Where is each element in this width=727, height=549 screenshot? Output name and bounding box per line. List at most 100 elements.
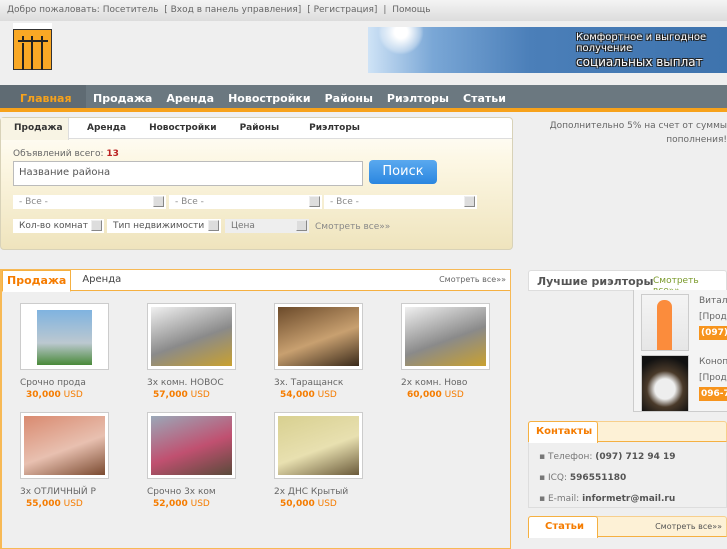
dropdown-arrow-icon [296,220,307,231]
realtor-phone: 096-7 [699,387,727,401]
price-currency: USD [190,390,210,400]
site-logo[interactable] [13,23,52,70]
register-link[interactable]: [ Регистрация] [307,5,377,15]
top-bar: Добро пожаловать: Посетитель [ Вход в па… [0,0,727,21]
listing-title[interactable]: Срочно 3х ком [147,487,257,497]
realtor-phone: (097)3 [699,326,727,340]
contact-label: E-mail: [547,494,580,504]
listing-photo[interactable] [20,303,109,370]
listing-photo[interactable] [274,412,363,479]
select-value: - Все - [175,197,204,207]
main-nav: Главная Продажа Аренда Новостройки Район… [0,85,727,112]
nav-new-buildings[interactable]: Новостройки [221,85,318,108]
select-value: Тип недвижимости [113,221,205,231]
listing-card[interactable]: 3х ОТЛИЧНЫЙ Р 55,000 USD [20,412,130,509]
promo-line: Дополнительно 5% на счет от суммы [549,121,727,131]
listing-card[interactable]: 2х ДНС Крытый 50,000 USD [274,412,384,509]
property-type-select[interactable]: Тип недвижимости [107,219,221,233]
articles-see-all-link[interactable]: Смотреть все»» [655,522,722,531]
listing-title[interactable]: 2х ДНС Крытый [274,487,384,497]
price-value: 55,000 [26,499,61,509]
dropdown-arrow-icon [91,220,102,231]
separator: | [383,5,387,15]
listing-tab-rent[interactable]: Аренда [71,270,132,290]
listing-photo[interactable] [147,303,236,370]
nav-realtors[interactable]: Риэлторы [380,85,456,108]
district-search-input[interactable]: Название района [13,161,363,186]
price-select[interactable]: Цена [225,219,309,233]
price-value: 57,000 [153,390,188,400]
listing-photo[interactable] [147,412,236,479]
search-tab-realtors[interactable]: Риэлторы [309,118,360,138]
price-currency: USD [317,390,337,400]
select-3[interactable]: - Все - [324,195,477,209]
contact-label: Телефон: [547,452,593,462]
realtor-item[interactable]: Витал [Прода (097)3 [641,294,727,352]
realtor-type: [Прода [699,312,727,322]
listing-price: 54,000 USD [280,390,384,400]
listing-card[interactable]: 3х. Таращанск 54,000 USD [274,303,384,400]
listing-price: 50,000 USD [280,499,384,509]
listing-card[interactable]: 3х комн. НОВОС 57,000 USD [147,303,257,400]
realtor-item[interactable]: Коноп [Прода 096-7 [641,355,727,413]
listing-card[interactable]: 2х комн. Ново 60,000 USD [401,303,511,400]
select-value: Цена [231,221,255,231]
banner-text: Комфортное и выгодное [576,32,707,43]
price-value: 52,000 [153,499,188,509]
listing-price: 60,000 USD [407,390,511,400]
nav-home[interactable]: Главная [0,85,86,108]
dropdown-arrow-icon [208,220,219,231]
promo-banner[interactable]: Комфортное и выгодное получение социальн… [368,27,727,73]
promo-text: Дополнительно 5% на счет от суммы пополне… [540,119,727,147]
listings-panel: Продажа Аренда Смотреть все»» Срочно про… [0,269,511,549]
realtors-title: Лучшие риэлторы [537,275,654,288]
nav-articles[interactable]: Статьи [456,85,513,108]
search-tab-rent[interactable]: Аренда [87,118,126,138]
articles-title: Статьи [528,516,598,538]
listing-photo[interactable] [274,303,363,370]
realtors-header: Лучшие риэлторы Смотреть все»» [528,270,727,296]
search-tab-new[interactable]: Новостройки [149,118,217,138]
listing-see-all-link[interactable]: Смотреть все»» [439,275,506,284]
nav-sale[interactable]: Продажа [86,85,159,108]
listing-title[interactable]: Срочно прода [20,378,130,388]
contact-label: ICQ: [547,473,568,483]
listing-title[interactable]: 3х комн. НОВОС [147,378,257,388]
dropdown-arrow-icon [309,196,320,207]
contact-phone: ▪ Телефон: (097) 712 94 19 [539,452,676,462]
select-2[interactable]: - Все - [169,195,322,209]
listing-photo[interactable] [401,303,490,370]
search-see-all-link[interactable]: Смотреть все»» [315,222,390,232]
listing-card[interactable]: Срочно 3х ком 52,000 USD [147,412,257,509]
articles-header: Статьи Смотреть все»» [528,516,727,538]
email-link[interactable]: informetr@mail.ru [582,494,675,504]
listing-card[interactable]: Срочно прода 30,000 USD [20,303,130,400]
help-link[interactable]: Помощь [392,5,430,15]
listing-price: 52,000 USD [153,499,257,509]
select-1[interactable]: - Все - [13,195,166,209]
nav-districts[interactable]: Районы [318,85,380,108]
dropdown-arrow-icon [153,196,164,207]
nav-rent[interactable]: Аренда [159,85,221,108]
contacts-header: Контакты [528,421,727,443]
price-value: 60,000 [407,390,442,400]
price-value: 50,000 [280,499,315,509]
login-link[interactable]: [ Вход в панель управления] [164,5,301,15]
listing-title[interactable]: 3х ОТЛИЧНЫЙ Р [20,487,130,497]
count-label: Объявлений всего: [13,149,104,159]
listing-title[interactable]: 3х. Таращанск [274,378,384,388]
search-tab-sale[interactable]: Продажа [1,118,69,140]
listing-title[interactable]: 2х комн. Ново [401,378,511,388]
listing-photo[interactable] [20,412,109,479]
dropdown-arrow-icon [464,196,475,207]
realtor-avatar [641,355,689,412]
contact-email: ▪ E-mail: informetr@mail.ru [539,494,676,504]
banner-text: социальных выплат [576,55,703,69]
listing-tab-sale[interactable]: Продажа [2,270,72,292]
realtor-avatar [641,294,689,351]
search-button[interactable]: Поиск [369,160,437,184]
rooms-select[interactable]: Кол-во комнат [13,219,104,233]
search-tab-districts[interactable]: Районы [240,118,280,138]
select-value: Кол-во комнат [19,221,88,231]
listing-price: 55,000 USD [26,499,130,509]
